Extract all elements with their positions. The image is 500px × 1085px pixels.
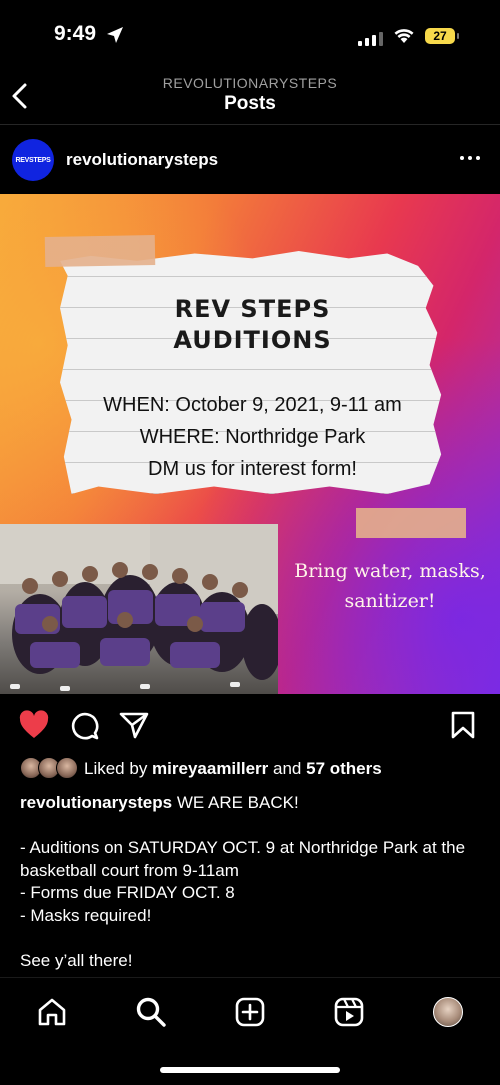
liked-by-prefix: Liked by (84, 759, 153, 778)
post-avatar[interactable]: REVSTEPS (12, 139, 54, 181)
reels-icon (334, 997, 364, 1027)
caption-first-line: WE ARE BACK! (172, 793, 299, 812)
status-time: 9:49 (54, 22, 97, 45)
auditions-dm: DM us for interest form! (148, 458, 357, 480)
liked-by-others[interactable]: 57 others (306, 759, 382, 778)
caption-line-masks: - Masks required! (20, 905, 152, 925)
more-options-icon[interactable] (460, 156, 480, 160)
nav-search[interactable] (134, 995, 168, 1029)
tape-strip-top (44, 235, 156, 267)
post-username[interactable]: revolutionarysteps (66, 150, 218, 170)
header-subtitle: REVOLUTIONARYSTEPS (162, 75, 338, 91)
heart-icon[interactable] (18, 710, 50, 740)
home-indicator (160, 1067, 340, 1073)
post-image[interactable]: REV STEPS AUDITIONS WHEN: October 9, 202… (0, 194, 500, 694)
avatar-logo-text: REVSTEPS (15, 156, 51, 164)
caption-line-forms: - Forms due FRIDAY OCT. 8 (20, 883, 235, 902)
battery-level: 27 (433, 29, 447, 43)
home-icon (38, 998, 66, 1026)
post-caption: revolutionarysteps WE ARE BACK! - Auditi… (20, 792, 482, 972)
bring-line2: sanitizer! (344, 590, 436, 612)
battery-indicator: 27 (425, 28, 455, 44)
nav-reels[interactable] (332, 995, 366, 1029)
liked-by-mid: and (268, 759, 307, 778)
cellular-signal-icon (358, 30, 383, 46)
wifi-icon (394, 29, 414, 43)
auditions-title-line2: AUDITIONS (173, 326, 332, 354)
caption-username[interactable]: revolutionarysteps (20, 793, 172, 812)
auditions-when: WHEN: October 9, 2021, 9-11 am (103, 394, 402, 416)
auditions-title: REV STEPS AUDITIONS (60, 294, 445, 356)
caption-closing: See y’all there! (20, 950, 133, 970)
caption-line-auditions: - Auditions on SATURDAY OCT. 9 at Northr… (20, 838, 466, 880)
page-title: Posts (224, 93, 276, 114)
dancers-silhouettes (0, 524, 278, 691)
comment-icon[interactable] (69, 710, 99, 740)
battery-tip (457, 33, 459, 39)
liked-by-text[interactable]: Liked by mireyaamillerr and 57 others (84, 759, 382, 779)
plus-square-icon (235, 997, 265, 1027)
nav-home[interactable] (35, 995, 69, 1029)
profile-avatar (433, 997, 463, 1027)
nav-create[interactable] (233, 995, 267, 1029)
auditions-title-line1: REV STEPS (174, 295, 331, 323)
tape-strip-bottom (356, 508, 466, 538)
location-arrow-icon (107, 27, 123, 43)
nav-profile[interactable] (431, 995, 465, 1029)
team-group-photo (0, 524, 278, 694)
liker-avatars[interactable] (20, 757, 80, 779)
share-icon[interactable] (119, 710, 149, 740)
bring-supplies-text: Bring water, masks, sanitizer! (290, 556, 490, 616)
torn-paper-card (60, 250, 442, 494)
liked-by-user[interactable]: mireyaamillerr (152, 759, 268, 778)
auditions-where: WHERE: Northridge Park (139, 426, 366, 448)
bring-line1: Bring water, masks, (294, 560, 486, 582)
header-divider (0, 124, 500, 125)
search-icon (136, 997, 166, 1027)
bookmark-icon[interactable] (450, 710, 476, 740)
